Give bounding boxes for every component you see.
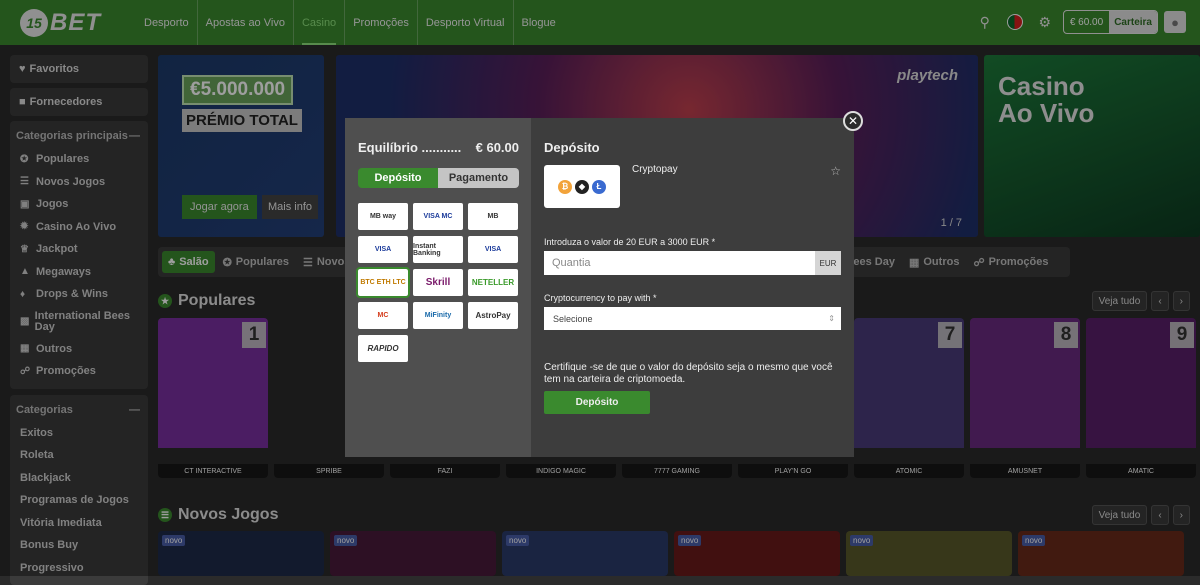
deposit-notice: Certifique -se de que o valor do depósit… (544, 362, 844, 386)
select-arrows-icon: ⇕ (828, 314, 835, 323)
amount-field: Quantia EUR (544, 251, 841, 275)
bitcoin-icon: ₿ (558, 180, 572, 194)
amount-label: Introduza o valor de 20 EUR a 3000 EUR * (544, 237, 715, 247)
method-crypto[interactable]: BTC ETH LTC (358, 269, 408, 296)
deposit-form-panel: ✕ Depósito ₿ ◆ Ł Cryptopay ☆ Introduza o… (531, 118, 854, 457)
tab-payment[interactable]: Pagamento (438, 168, 519, 188)
currency-label: EUR (815, 251, 841, 275)
tab-deposit[interactable]: Depósito (358, 168, 438, 188)
payment-methods-panel: Equilíbrio ........... € 60.00 Depósito … (345, 118, 531, 457)
deposit-modal: Equilíbrio ........... € 60.00 Depósito … (345, 118, 854, 457)
payment-method-grid: MB way VISA MC MB VISA Instant Banking V… (358, 203, 519, 362)
amount-input[interactable]: Quantia (544, 251, 815, 275)
crypto-select-value: Selecione (553, 314, 593, 324)
ethereum-icon: ◆ (575, 180, 589, 194)
crypto-provider-name: Cryptopay (632, 164, 678, 175)
deposit-payment-toggle: Depósito Pagamento (358, 168, 519, 188)
balance-row: Equilíbrio ........... € 60.00 (358, 140, 519, 155)
method-mastercard[interactable]: MC (358, 302, 408, 329)
method-instant-banking[interactable]: Instant Banking (413, 236, 463, 263)
method-neteller[interactable]: NETELLER (468, 269, 518, 296)
method-astropay[interactable]: AstroPay (468, 302, 518, 329)
crypto-select[interactable]: Selecione ⇕ (544, 307, 841, 330)
method-visa[interactable]: VISA (358, 236, 408, 263)
method-visa-mastercard[interactable]: VISA MC (413, 203, 463, 230)
balance-value: € 60.00 (476, 140, 519, 155)
method-skrill[interactable]: Skrill (413, 269, 463, 296)
crypto-logo-card: ₿ ◆ Ł (544, 165, 620, 208)
method-mbway[interactable]: MB way (358, 203, 408, 230)
balance-label: Equilíbrio ........... (358, 140, 461, 155)
close-icon[interactable]: ✕ (843, 111, 863, 131)
favorite-star-icon[interactable]: ☆ (830, 164, 841, 178)
method-rapido[interactable]: RAPIDO (358, 335, 408, 362)
method-visa-2[interactable]: VISA (468, 236, 518, 263)
deposit-title: Depósito (544, 140, 841, 155)
method-multibanco[interactable]: MB (468, 203, 518, 230)
crypto-select-label: Cryptocurrency to pay with * (544, 293, 657, 303)
method-mifinity[interactable]: MiFinity (413, 302, 463, 329)
deposit-submit-button[interactable]: Depósito (544, 391, 650, 414)
litecoin-icon: Ł (592, 180, 606, 194)
